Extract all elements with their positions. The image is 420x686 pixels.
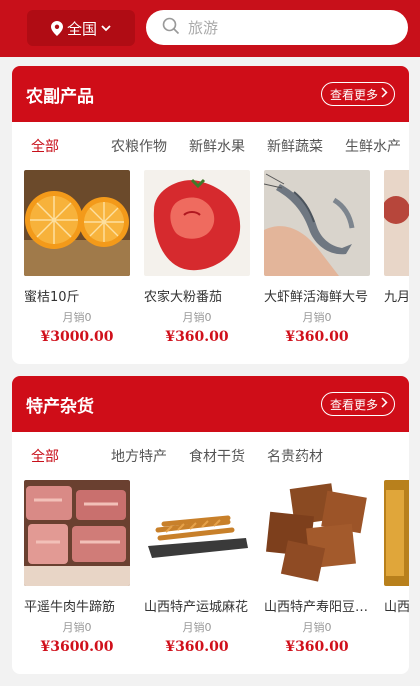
- product-list: 平遥牛肉牛蹄筋 月销0 ¥3600.00 山西特产运城麻花 月销0 ¥360.0…: [12, 480, 409, 655]
- product-name: 九月: [384, 290, 409, 305]
- section-agricultural: 农副产品 查看更多 全部 农粮作物 新鲜水果 新鲜蔬菜 生鲜水产 蜜桔10斤 月…: [12, 66, 409, 364]
- product-image-tomato: [144, 170, 250, 276]
- region-selector[interactable]: 全国: [27, 10, 135, 46]
- product-list: 蜜桔10斤 月销0 ¥3000.00 农家大粉番茄 月销0 ¥360.00 大虾…: [12, 170, 409, 345]
- search-icon: [162, 17, 180, 39]
- product-sales: 月销0: [182, 311, 212, 324]
- section-header: 特产杂货 查看更多: [12, 376, 409, 432]
- product-name: 山西特产运城麻花: [144, 600, 249, 615]
- product-image-shrimp: [264, 170, 370, 276]
- product-card[interactable]: 大虾鲜活海鲜大号 月销0 ¥360.00: [264, 170, 370, 345]
- section-title: 农副产品: [26, 86, 94, 107]
- product-sales: 月销0: [62, 311, 92, 324]
- product-name: 山西特产寿阳豆腐干: [264, 600, 370, 615]
- category-tabs: 全部 地方特产 食材干货 名贵药材: [12, 432, 409, 480]
- tab-precious-herbs[interactable]: 名贵药材: [267, 446, 323, 466]
- tab-fresh-vegetables[interactable]: 新鲜蔬菜: [267, 136, 323, 156]
- product-image-tofu: [264, 480, 370, 586]
- tab-grain-crops[interactable]: 农粮作物: [111, 136, 167, 156]
- product-card[interactable]: 山西特产寿阳豆腐干 月销0 ¥360.00: [264, 480, 370, 655]
- product-name: 农家大粉番茄: [144, 290, 223, 305]
- product-card[interactable]: 蜜桔10斤 月销0 ¥3000.00: [24, 170, 130, 345]
- location-pin-icon: [50, 20, 63, 36]
- product-price: ¥360.00: [165, 639, 229, 655]
- section-header: 农副产品 查看更多: [12, 66, 409, 122]
- search-box[interactable]: [146, 10, 408, 45]
- product-sales: 月销0: [62, 621, 92, 634]
- region-label: 全国: [66, 19, 97, 38]
- product-card[interactable]: 平遥牛肉牛蹄筋 月销0 ¥3600.00: [24, 480, 130, 655]
- tab-dried-goods[interactable]: 食材干货: [189, 446, 245, 466]
- category-tabs: 全部 农粮作物 新鲜水果 新鲜蔬菜 生鲜水产: [12, 122, 409, 170]
- product-name: 大虾鲜活海鲜大号: [264, 290, 369, 305]
- chevron-down-icon: [101, 24, 111, 32]
- product-price: ¥360.00: [165, 329, 229, 345]
- product-name: 平遥牛肉牛蹄筋: [24, 600, 116, 615]
- product-price: ¥3000.00: [40, 329, 114, 345]
- product-price: ¥3600.00: [40, 639, 114, 655]
- chevron-right-icon: [381, 397, 388, 411]
- tab-fresh-fruit[interactable]: 新鲜水果: [189, 136, 245, 156]
- product-name: 蜜桔10斤: [24, 290, 80, 305]
- product-card[interactable]: 山西特产运城麻花 月销0 ¥360.00: [144, 480, 250, 655]
- view-more-button[interactable]: 查看更多: [320, 392, 395, 416]
- product-image-partial: [384, 480, 409, 586]
- product-name: 山西: [384, 600, 409, 615]
- product-card[interactable]: 九月: [384, 170, 409, 345]
- product-image-orange: [24, 170, 130, 276]
- product-card[interactable]: 农家大粉番茄 月销0 ¥360.00: [144, 170, 250, 345]
- product-price: ¥360.00: [285, 329, 349, 345]
- search-input[interactable]: [188, 18, 388, 37]
- view-more-label: 查看更多: [329, 87, 378, 102]
- product-image-beef: [24, 480, 130, 586]
- product-sales: 月销0: [302, 621, 332, 634]
- product-image-twist: [144, 480, 250, 586]
- product-sales: 月销0: [182, 621, 212, 634]
- product-image-partial: [384, 170, 409, 276]
- section-title: 特产杂货: [26, 396, 94, 417]
- tab-fresh-seafood[interactable]: 生鲜水产: [345, 136, 401, 156]
- tab-all[interactable]: 全部: [31, 446, 59, 466]
- top-bar: 全国: [0, 0, 420, 57]
- tab-all[interactable]: 全部: [31, 136, 59, 156]
- product-sales: 月销0: [302, 311, 332, 324]
- chevron-right-icon: [381, 87, 388, 101]
- section-specialty-goods: 特产杂货 查看更多 全部 地方特产 食材干货 名贵药材 平遥牛肉牛蹄筋 月销0 …: [12, 376, 409, 674]
- product-card[interactable]: 山西: [384, 480, 409, 655]
- view-more-label: 查看更多: [329, 397, 378, 412]
- view-more-button[interactable]: 查看更多: [320, 82, 395, 106]
- product-price: ¥360.00: [285, 639, 349, 655]
- tab-local-specialties[interactable]: 地方特产: [111, 446, 167, 466]
